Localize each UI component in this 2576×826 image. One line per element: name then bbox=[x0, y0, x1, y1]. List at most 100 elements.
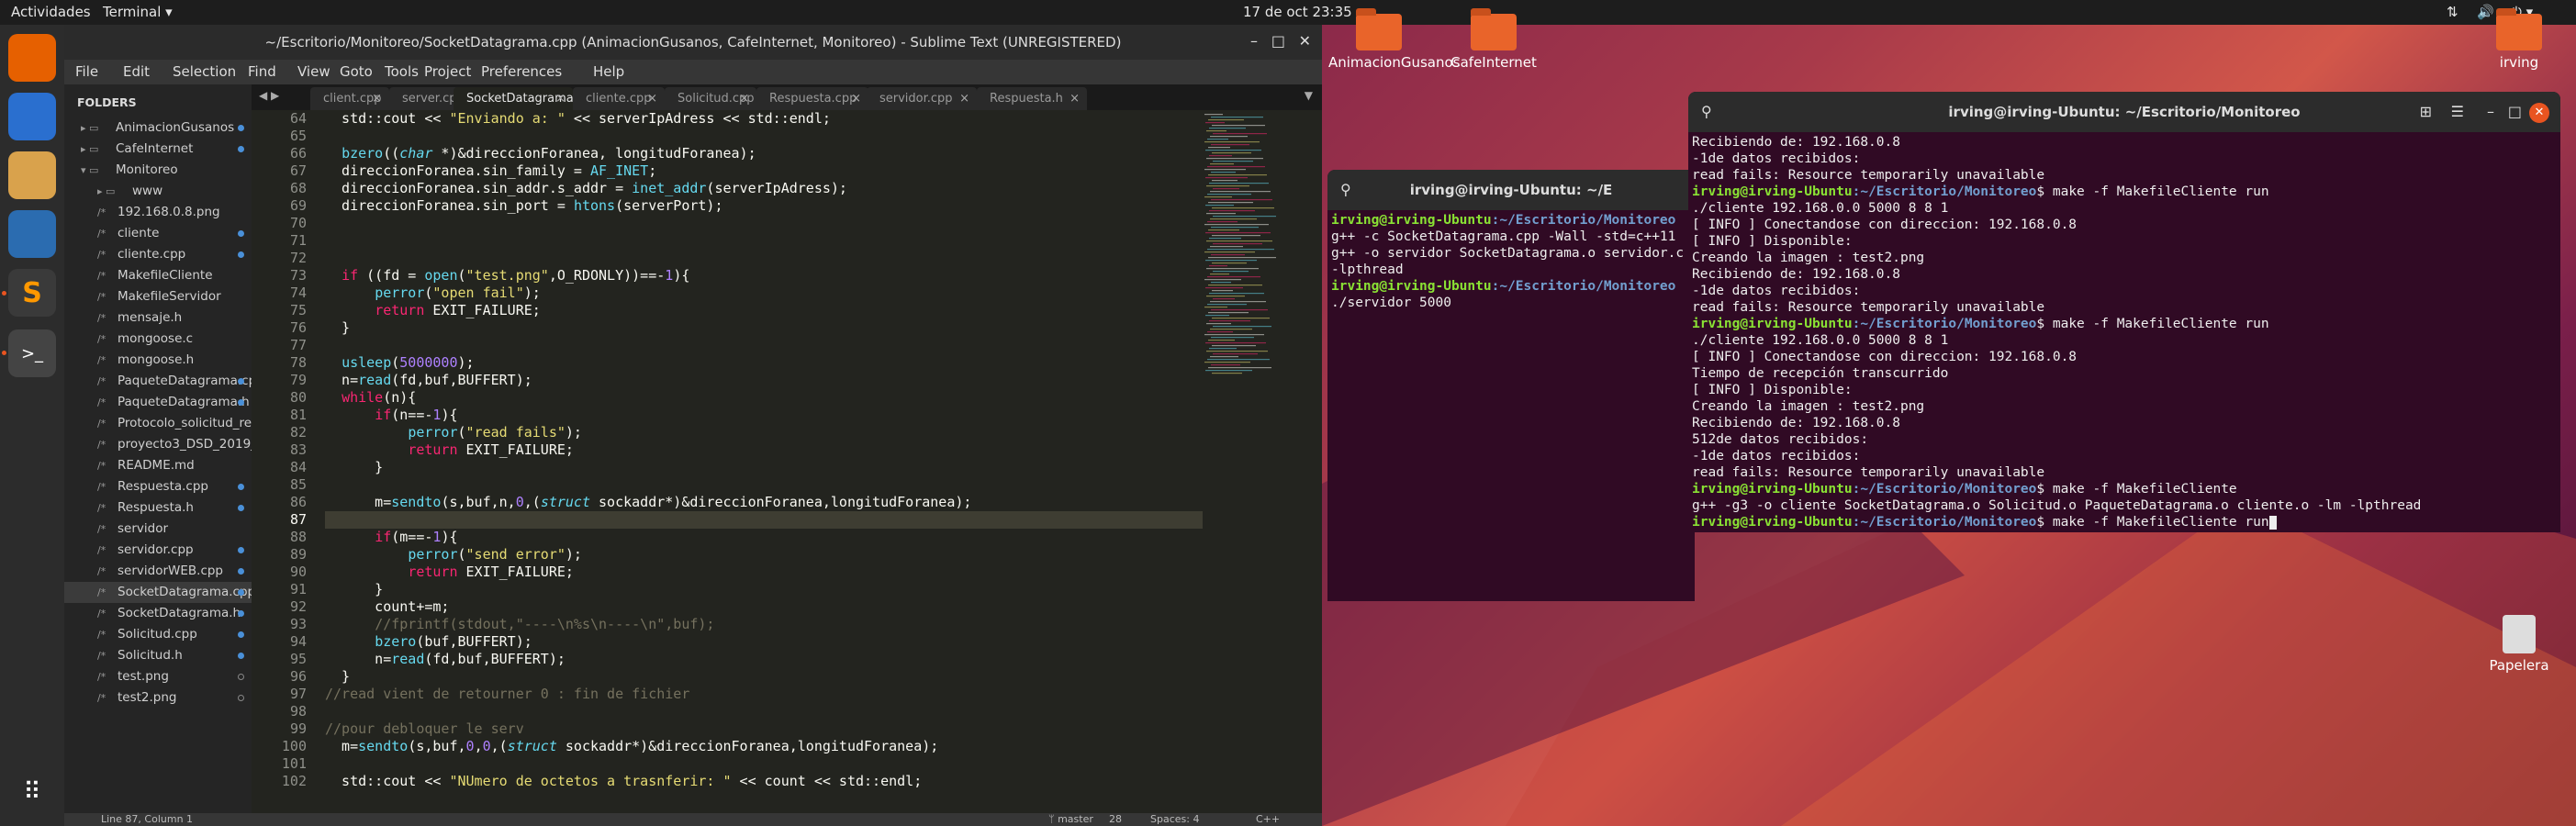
close-tab-icon[interactable]: × bbox=[739, 87, 749, 110]
sidebar-item[interactable]: /* 192.168.0.8.png bbox=[64, 202, 252, 223]
sidebar-item[interactable]: /* README.md bbox=[64, 455, 252, 476]
menu-item[interactable]: Goto bbox=[340, 63, 373, 80]
minimize-button[interactable]: – bbox=[2487, 103, 2494, 120]
sidebar-item[interactable]: ▸ ▭ AnimacionGusanos bbox=[64, 117, 252, 139]
terminal-output[interactable]: Recibiendo de: 192.168.0.8 -1de datos rec… bbox=[1688, 132, 2560, 532]
sidebar-item[interactable]: /* servidor bbox=[64, 519, 252, 540]
sidebar-item[interactable]: ▸ ▭ www bbox=[64, 181, 252, 202]
close-button[interactable]: ✕ bbox=[1299, 32, 1311, 50]
editor-tab[interactable]: servidor.cpp × bbox=[867, 87, 977, 110]
sidebar-item[interactable]: /* mongoose.h bbox=[64, 350, 252, 371]
sidebar-item[interactable]: /* SocketDatagrama.h bbox=[64, 603, 252, 624]
sidebar-item[interactable]: /* servidorWEB.cpp bbox=[64, 561, 252, 582]
firefox-icon[interactable] bbox=[8, 34, 56, 82]
sidebar-item[interactable]: /* SocketDatagrama.cpp bbox=[64, 582, 252, 603]
desktop-trash[interactable]: Papelera bbox=[2469, 615, 2570, 674]
sidebar-item[interactable]: /* MakefileCliente bbox=[64, 265, 252, 286]
line-text: $ make -f MakefileCliente run bbox=[2036, 515, 2269, 530]
sidebar-item[interactable]: ▸ ▭ CafeInternet bbox=[64, 139, 252, 160]
menu-item[interactable]: Project bbox=[424, 63, 471, 80]
tab-scroll-arrows[interactable]: ◀ ▶ bbox=[259, 89, 279, 102]
close-button[interactable]: ✕ bbox=[2529, 103, 2549, 123]
git-branch[interactable]: ᛘ master bbox=[1048, 813, 1093, 825]
sidebar-item[interactable]: /* MakefileServidor bbox=[64, 286, 252, 307]
app-grid-icon[interactable]: ⠿ bbox=[8, 768, 56, 816]
line-number: 94 bbox=[289, 633, 307, 650]
files-icon[interactable] bbox=[8, 151, 56, 199]
code-line: return EXIT_FAILURE; bbox=[408, 564, 574, 580]
close-tab-icon[interactable]: × bbox=[1070, 87, 1080, 110]
sidebar-item[interactable]: /* cliente bbox=[64, 223, 252, 244]
sidebar-item[interactable]: /* Respuesta.cpp bbox=[64, 476, 252, 497]
folder-icon: ▸ ▭ bbox=[97, 185, 116, 197]
close-tab-icon[interactable]: × bbox=[959, 87, 969, 110]
editor-tab[interactable]: Respuesta.h × bbox=[977, 87, 1087, 110]
menu-item[interactable]: Selection bbox=[173, 63, 236, 80]
terminal-output[interactable]: irving@irving-Ubuntu:~/Escritorio/Monito… bbox=[1327, 210, 1695, 601]
indentation[interactable]: Spaces: 4 bbox=[1150, 813, 1199, 825]
desktop-folder-animaciongusanos[interactable]: AnimacionGusanos bbox=[1328, 8, 1460, 71]
sidebar-item[interactable]: /* mensaje.h bbox=[64, 307, 252, 329]
terminal-line: irving@irving-Ubuntu:~/Escritorio/Monito… bbox=[1692, 514, 2277, 530]
activities-button[interactable]: Actividades bbox=[11, 4, 91, 20]
syntax[interactable]: C++ bbox=[1256, 813, 1280, 825]
minimize-button[interactable]: – bbox=[1250, 32, 1258, 50]
code-editor[interactable]: std::cout << "Enviando a: " << serverIpA… bbox=[316, 110, 1275, 813]
terminal-app-menu[interactable]: Terminal ▾ bbox=[103, 4, 173, 20]
menu-item[interactable]: Help bbox=[593, 63, 624, 80]
close-tab-icon[interactable]: × bbox=[555, 87, 566, 110]
sidebar-item[interactable]: /* test2.png bbox=[64, 687, 252, 709]
terminal-icon[interactable]: >_ bbox=[8, 329, 56, 377]
desktop-folder-cafeinternet[interactable]: CafeInternet bbox=[1443, 8, 1544, 71]
close-tab-icon[interactable]: × bbox=[647, 87, 657, 110]
maximize-button[interactable]: □ bbox=[2508, 103, 2522, 120]
menu-icon[interactable]: ☰ bbox=[2451, 103, 2464, 120]
search-icon[interactable]: ⚲ bbox=[1701, 103, 1712, 120]
thunderbird-icon[interactable] bbox=[8, 93, 56, 140]
editor-tab[interactable]: cliente.cpp × bbox=[573, 87, 665, 110]
menu-item[interactable]: Tools bbox=[385, 63, 419, 80]
sidebar-item[interactable]: /* PaqueteDatagrama.cpp bbox=[64, 371, 252, 392]
line-number: 78 bbox=[289, 354, 307, 371]
sidebar-item[interactable]: /* Solicitud.cpp bbox=[64, 624, 252, 645]
sidebar-item[interactable]: /* test.png bbox=[64, 666, 252, 687]
search-icon[interactable]: ⚲ bbox=[1340, 181, 1351, 198]
sublime-icon[interactable]: S bbox=[8, 269, 56, 317]
code-line: //pour debloquer le serv bbox=[325, 720, 524, 737]
editor-tab[interactable]: Solicitud.cpp × bbox=[665, 87, 756, 110]
editor-tab[interactable]: Respuesta.cpp × bbox=[756, 87, 868, 110]
close-tab-icon[interactable]: × bbox=[372, 87, 382, 110]
new-tab-icon[interactable]: ⊞ bbox=[2420, 103, 2432, 120]
line-number: 64 bbox=[289, 110, 307, 127]
sidebar-item[interactable]: /* servidor.cpp bbox=[64, 540, 252, 561]
sidebar-item[interactable]: /* proyecto3_DSD_2019_ bbox=[64, 434, 252, 455]
code-line: direccionForanea.sin_port = htons(server… bbox=[325, 197, 723, 214]
minimap[interactable] bbox=[1203, 110, 1285, 813]
maximize-button[interactable]: □ bbox=[1271, 32, 1285, 50]
sidebar-item[interactable]: /* Protocolo_solicitud_resp bbox=[64, 413, 252, 434]
sidebar-item[interactable]: ▾ ▭ Monitoreo bbox=[64, 160, 252, 181]
sidebar-item[interactable]: /* Solicitud.h bbox=[64, 645, 252, 666]
sidebar-item[interactable]: /* PaqueteDatagrama.h bbox=[64, 392, 252, 413]
sidebar-item-label: Respuesta.h bbox=[118, 500, 194, 515]
file-icon: /* bbox=[97, 291, 106, 303]
network-icon[interactable]: ⇅ bbox=[2447, 4, 2458, 20]
line-number: 100 bbox=[281, 738, 307, 754]
editor-tab[interactable]: SocketDatagrama.cpp× bbox=[454, 87, 573, 110]
tab-dropdown-icon[interactable]: ▼ bbox=[1305, 89, 1313, 102]
sidebar-item[interactable]: /* cliente.cpp bbox=[64, 244, 252, 265]
menu-item[interactable]: File bbox=[75, 63, 98, 80]
menu-item[interactable]: Preferences bbox=[481, 63, 562, 80]
folder-icon: ▸ ▭ bbox=[81, 143, 99, 155]
menu-item[interactable]: View bbox=[297, 63, 330, 80]
menu-item[interactable]: Find bbox=[248, 63, 276, 80]
desktop-home-irving[interactable]: irving bbox=[2469, 8, 2570, 71]
writer-icon[interactable] bbox=[8, 210, 56, 258]
file-icon: /* bbox=[97, 206, 106, 218]
sidebar-item[interactable]: /* Respuesta.h bbox=[64, 497, 252, 519]
sidebar-item[interactable]: /* mongoose.c bbox=[64, 329, 252, 350]
line-number: 93 bbox=[289, 616, 307, 632]
menu-item[interactable]: Edit bbox=[123, 63, 150, 80]
editor-tab[interactable]: client.cpp × bbox=[310, 87, 389, 110]
close-tab-icon[interactable]: × bbox=[851, 87, 861, 110]
